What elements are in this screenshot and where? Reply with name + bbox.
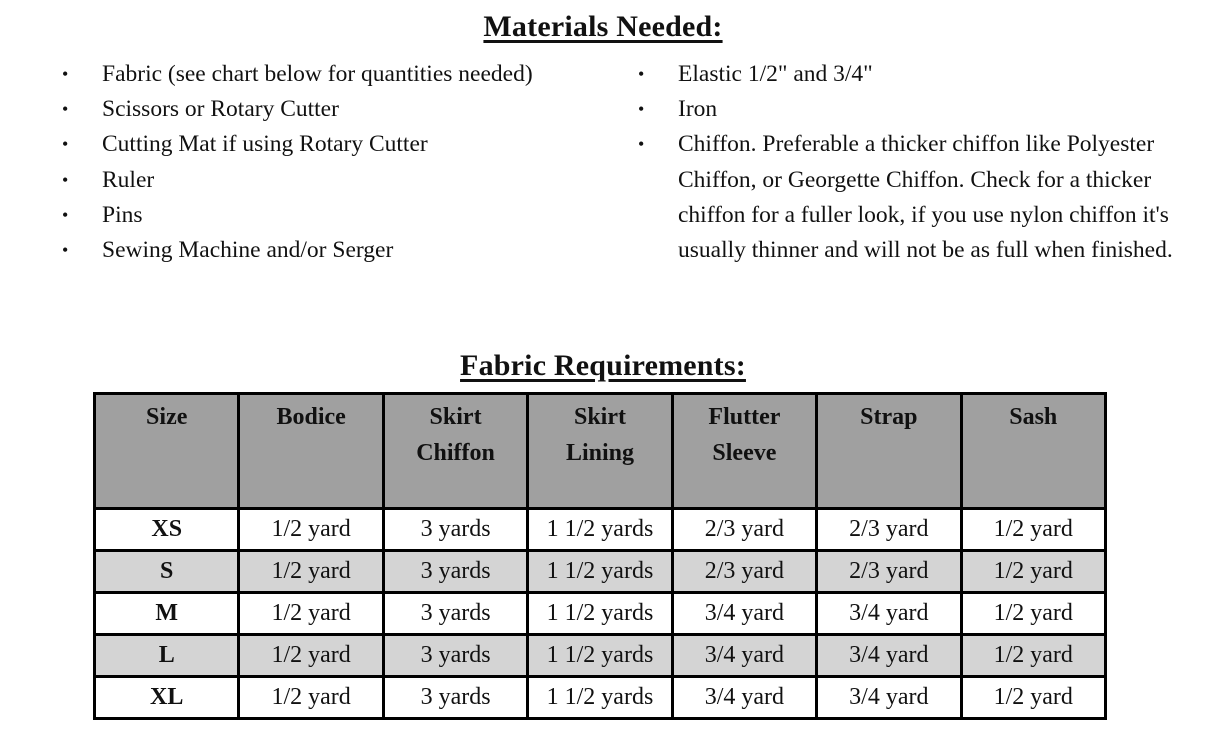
bullet-icon: • [62,99,69,120]
bullet-icon: • [638,99,645,120]
list-item: • Fabric (see chart below for quantities … [62,57,622,92]
column-header-line: Sleeve [712,440,777,466]
size-cell: XS [92,507,241,552]
column-header-line: Flutter [708,404,781,430]
quantity-cell: 1/2 yard [237,549,385,594]
size-cell: L [92,633,241,678]
column-header: Strap [815,392,963,510]
quantity-cell: 2/3 yard [815,549,963,594]
list-item: • Ruler [62,163,622,198]
column-header-line: Strap [860,404,918,430]
list-item-text: Scissors or Rotary Cutter [102,96,339,123]
column-header: Size [92,392,241,510]
table-body: XS 1/2 yard 3 yards 1 1/2 yards 2/3 yard 2/3 … [92,507,1108,720]
quantity-cell: 3/4 yard [670,591,819,636]
quantity-cell: 2/3 yard [670,507,819,552]
table-row: XS 1/2 yard 3 yards 1 1/2 yards 2/3 yard 2/3 … [92,507,1108,552]
quantity-cell: 3 yards [381,507,530,552]
table-row: S 1/2 yard 3 yards 1 1/2 yards 2/3 yard 2/3 y… [92,549,1108,594]
column-header-line: Lining [565,440,634,466]
quantity-cell: 2/3 yard [815,507,963,552]
quantity-cell: 1/2 yard [237,675,385,720]
quantity-cell: 3/4 yard [815,591,963,636]
quantity-cell: 1 1/2 yards [526,633,674,678]
quantity-cell: 1/2 yard [959,549,1108,594]
quantity-cell: 1 1/2 yards [526,549,674,594]
quantity-cell: 2/3 yard [670,549,819,594]
bullet-icon: • [638,64,645,84]
list-item: • Chiffon. Preferable a thicker chiffon l… [638,127,1178,268]
list-item-text: Iron [678,96,718,123]
quantity-cell: 1 1/2 yards [526,507,674,552]
bullet-icon: • [62,169,69,190]
size-cell: M [92,591,241,636]
quantity-cell: 3 yards [381,675,530,720]
materials-title: Materials Needed: [483,10,723,43]
quantity-cell: 3/4 yard [670,675,819,720]
quantity-cell: 1/2 yard [959,675,1108,720]
table-row: XL 1/2 yard 3 yards 1 1/2 yards 3/4 yard 3/4 … [92,675,1108,720]
bullet-icon: • [62,64,69,84]
quantity-cell: 1 1/2 yards [526,675,674,720]
quantity-cell: 3 yards [381,633,530,678]
column-header-line: Skirt [573,404,626,430]
quantity-cell: 1/2 yard [237,633,385,678]
column-header-line: Bodice [276,404,346,430]
list-item-text: Chiffon. Preferable a thicker chiffon li… [678,131,1173,264]
list-item-text: Pins [102,201,143,228]
bullet-icon: • [62,204,69,225]
column-header: Flutter Sleeve [670,392,819,510]
list-item: • Cutting Mat if using Rotary Cutter [62,127,622,162]
list-item: • Scissors or Rotary Cutter [62,92,622,127]
list-item: • Sewing Machine and/or Serger [62,233,622,268]
bullet-icon: • [62,240,69,261]
table-header-row: Size Bodice Skirt Chiffon Skirt Lining Flutter… [92,392,1108,510]
list-item-text: Sewing Machine and/or Serger [102,237,394,264]
fabric-requirements-title: Fabric Requirements: [460,349,746,382]
size-cell: XL [92,675,241,720]
quantity-cell: 1/2 yard [959,591,1108,636]
quantity-cell: 3/4 yard [670,633,819,678]
quantity-cell: 3 yards [381,549,530,594]
quantity-cell: 3/4 yard [815,675,963,720]
materials-list-right: • Elastic 1/2" and 3/4" • Iron • Chiffon. P… [638,57,1178,268]
column-header: Bodice [237,392,385,510]
column-header: Sash [959,392,1108,510]
column-header-line: Size [146,404,188,430]
quantity-cell: 3/4 yard [815,633,963,678]
list-item-text: Fabric (see chart below for quantities n… [102,61,533,87]
quantity-cell: 1 1/2 yards [526,591,674,636]
bullet-icon: • [638,134,645,155]
quantity-cell: 1/2 yard [237,507,385,552]
list-item: • Pins [62,198,622,233]
column-header-line: Chiffon [416,440,495,466]
column-header: Skirt Lining [526,392,674,510]
list-item-text: Ruler [102,166,155,193]
table-row: L 1/2 yard 3 yards 1 1/2 yards 3/4 yard 3/4 y… [92,633,1108,678]
list-item-text: Elastic 1/2" and 3/4" [678,61,873,87]
quantity-cell: 1/2 yard [959,507,1108,552]
list-item: • Iron [638,92,1178,127]
quantity-cell: 3 yards [381,591,530,636]
column-header-line: Sash [1009,404,1058,430]
quantity-cell: 1/2 yard [959,633,1108,678]
materials-list-left: • Fabric (see chart below for quantities … [62,57,622,268]
quantity-cell: 1/2 yard [237,591,385,636]
list-item: • Elastic 1/2" and 3/4" [638,57,1178,92]
column-header: Skirt Chiffon [381,392,530,510]
fabric-requirements-table: Size Bodice Skirt Chiffon Skirt Lining Flutter… [92,392,1108,720]
column-header-line: Skirt [429,404,482,430]
bullet-icon: • [62,134,69,155]
size-cell: S [92,549,241,594]
table-row: M 1/2 yard 3 yards 1 1/2 yards 3/4 yard 3/4 y… [92,591,1108,636]
list-item-text: Cutting Mat if using Rotary Cutter [102,131,428,158]
